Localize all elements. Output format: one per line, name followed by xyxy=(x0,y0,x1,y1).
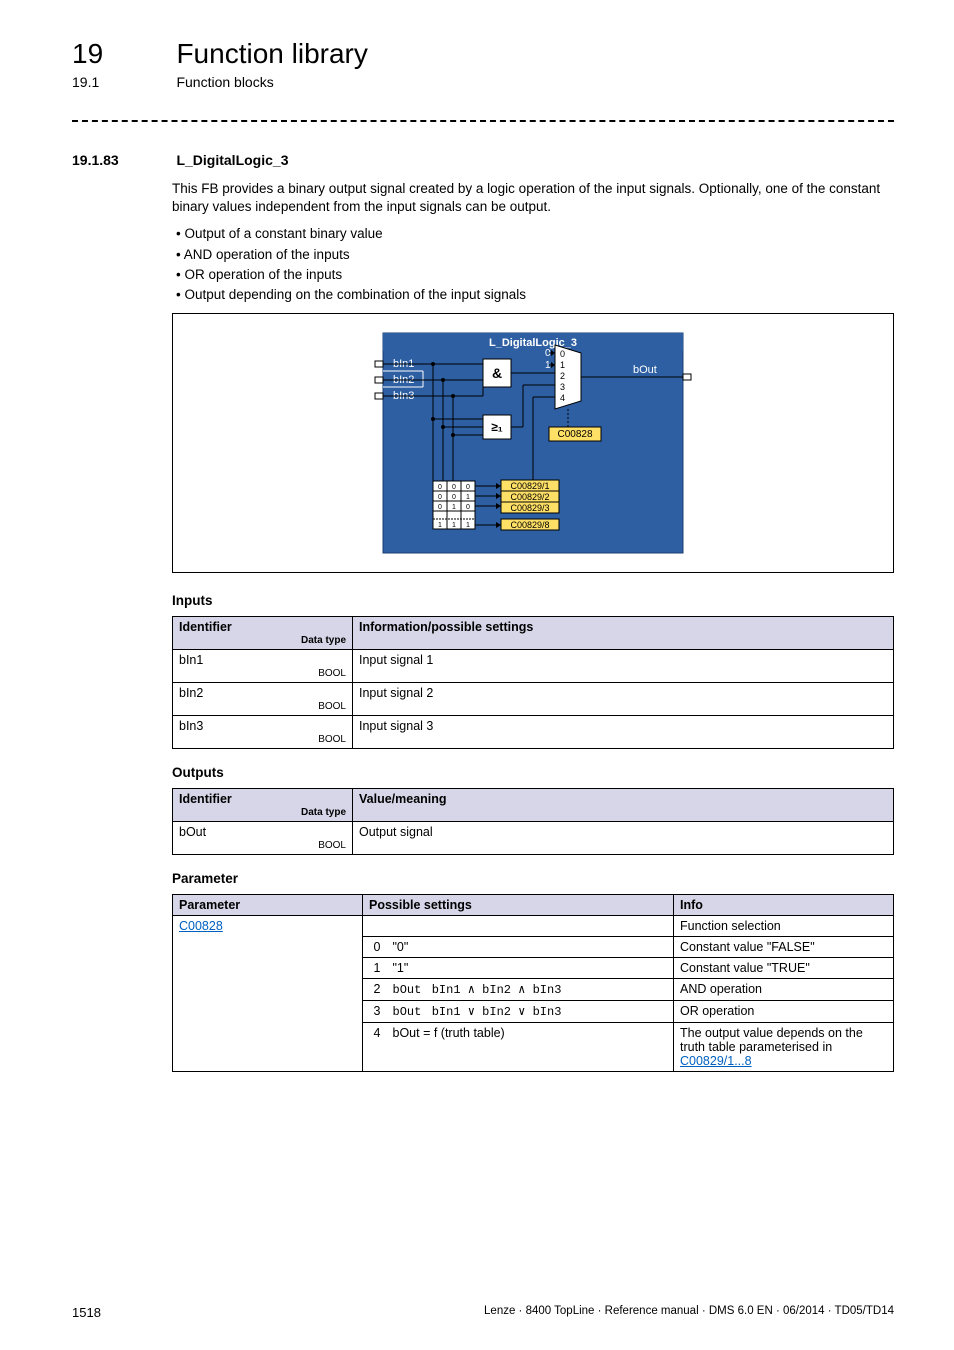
table-header: Info xyxy=(674,895,894,916)
mux-label: 2 xyxy=(560,371,565,381)
truth-code: C00829/3 xyxy=(510,503,549,513)
chapter-title: Function library xyxy=(176,38,367,70)
list-item: AND operation of the inputs xyxy=(172,245,894,265)
svg-text:1: 1 xyxy=(452,522,456,529)
section-title: Function blocks xyxy=(176,74,273,90)
subsection-title: L_DigitalLogic_3 xyxy=(176,152,288,168)
svg-text:0: 0 xyxy=(438,494,442,501)
selector-code: C00828 xyxy=(557,429,592,440)
svg-text:0: 0 xyxy=(452,494,456,501)
table-header: Parameter xyxy=(173,895,363,916)
table-row: bIn2BOOL Input signal 2 xyxy=(173,683,894,716)
footer-text: Lenze · 8400 TopLine · Reference manual … xyxy=(484,1305,894,1317)
mux-label: 1 xyxy=(560,360,565,370)
svg-text:1: 1 xyxy=(452,504,456,511)
svg-text:0: 0 xyxy=(438,504,442,511)
table-row: bIn3BOOL Input signal 3 xyxy=(173,716,894,749)
subsection-heading: 19.1.83 L_DigitalLogic_3 xyxy=(72,152,894,170)
mux-label: 4 xyxy=(560,393,565,403)
inputs-heading: Inputs xyxy=(172,593,894,608)
list-item: Output depending on the combination of t… xyxy=(172,285,894,305)
parameter-heading: Parameter xyxy=(172,871,894,886)
table-row: C00828 Function selection xyxy=(173,916,894,937)
truth-code: C00829/2 xyxy=(510,492,549,502)
table-header: Identifier Data type xyxy=(173,617,353,650)
svg-text:0: 0 xyxy=(452,484,456,491)
page-footer: 1518 Lenze · 8400 TopLine · Reference ma… xyxy=(72,1305,894,1320)
page-header: 19 Function library 19.1 Function blocks xyxy=(72,38,894,92)
diagram-output-label: bOut xyxy=(633,364,657,376)
table-header: Value/meaning xyxy=(353,789,894,822)
param-link[interactable]: C00828 xyxy=(179,919,223,933)
table-row: bOutBOOL Output signal xyxy=(173,822,894,855)
block-diagram: L_DigitalLogic_3 bIn1 bIn2 bIn3 xyxy=(172,313,894,573)
mux-label: 0 xyxy=(560,349,565,359)
page-number: 1518 xyxy=(72,1305,101,1320)
inputs-table: Identifier Data type Information/possibl… xyxy=(172,616,894,749)
truth-table-block: 0 0 0 0 0 1 0 1 0 1 1 1 xyxy=(433,480,559,530)
feature-list: Output of a constant binary value AND op… xyxy=(172,224,894,305)
outputs-heading: Outputs xyxy=(172,765,894,780)
svg-text:0: 0 xyxy=(466,484,470,491)
list-item: OR operation of the inputs xyxy=(172,265,894,285)
svg-text:0: 0 xyxy=(466,504,470,511)
truth-table-link[interactable]: C00829/1...8 xyxy=(680,1054,752,1068)
svg-text:1: 1 xyxy=(466,494,470,501)
intro-paragraph: This FB provides a binary output signal … xyxy=(172,180,894,216)
table-header: Identifier Data type xyxy=(173,789,353,822)
table-row: bIn1BOOL Input signal 1 xyxy=(173,650,894,683)
outputs-table: Identifier Data type Value/meaning bOutB… xyxy=(172,788,894,855)
mux-label: 3 xyxy=(560,382,565,392)
and-gate-symbol: & xyxy=(492,365,502,381)
section-number: 19.1 xyxy=(72,74,172,90)
divider xyxy=(72,120,894,122)
truth-code: C00829/8 xyxy=(510,520,549,530)
parameter-table: Parameter Possible settings Info C00828 … xyxy=(172,894,894,1072)
svg-text:1: 1 xyxy=(466,522,470,529)
truth-code: C00829/1 xyxy=(510,481,549,491)
table-header: Information/possible settings xyxy=(353,617,894,650)
list-item: Output of a constant binary value xyxy=(172,224,894,244)
chapter-number: 19 xyxy=(72,38,172,70)
svg-text:0: 0 xyxy=(438,484,442,491)
table-header: Possible settings xyxy=(363,895,674,916)
or-gate-symbol: ≥₁ xyxy=(491,420,503,434)
svg-text:1: 1 xyxy=(438,522,442,529)
subsection-number: 19.1.83 xyxy=(72,152,172,168)
